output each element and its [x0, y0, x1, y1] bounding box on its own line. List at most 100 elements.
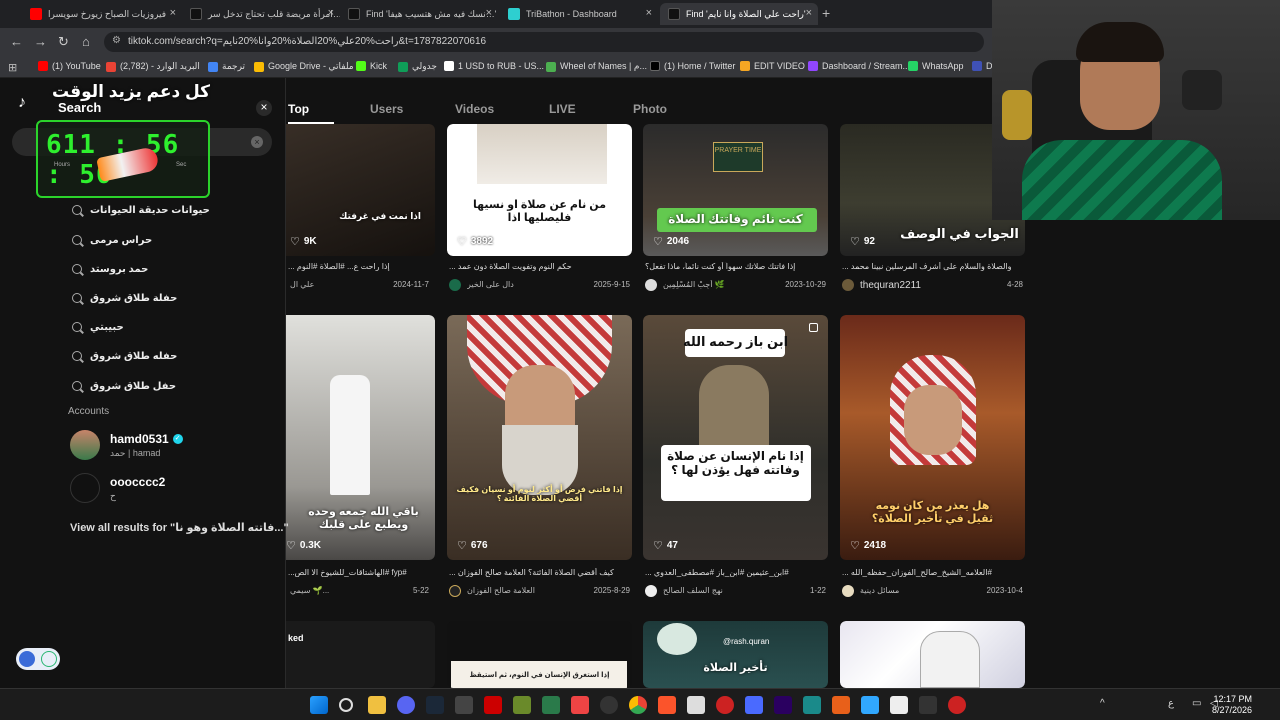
network-icon[interactable]: ▭: [1192, 698, 1201, 709]
site-info-icon[interactable]: ⚙: [112, 35, 121, 46]
extension-toggle[interactable]: [16, 648, 60, 670]
omnibox[interactable]: ⚙ tiktok.com/search?q=راحت%20علي%20الصلا…: [104, 32, 984, 52]
browser-tab[interactable]: TriBathon - Dashboard ×: [500, 3, 658, 25]
author-name[interactable]: العلامة صالح الفوزان: [467, 586, 535, 595]
file-explorer-icon[interactable]: [368, 696, 386, 714]
avatar[interactable]: [842, 279, 854, 291]
video-card[interactable]: إذا فاتني فرض أو أكثر لنوم أو نسيان فكيف…: [447, 315, 632, 560]
tab-videos[interactable]: Videos: [455, 102, 494, 116]
app-icon[interactable]: [832, 696, 850, 714]
search-suggestion[interactable]: حراس مرمى: [72, 230, 152, 250]
back-icon[interactable]: ←: [10, 34, 23, 49]
avatar[interactable]: [70, 430, 100, 460]
chrome-icon[interactable]: [629, 696, 647, 714]
author-name[interactable]: مسائل دينية: [860, 586, 899, 595]
bookmark-item[interactable]: ترجمة: [208, 61, 245, 72]
discord-icon[interactable]: [397, 696, 415, 714]
bookmark-item[interactable]: Dashboard / Stream...: [808, 61, 910, 71]
app-icon[interactable]: [716, 696, 734, 714]
close-search-button[interactable]: ×: [256, 100, 272, 116]
tab-top[interactable]: Top: [288, 102, 309, 116]
video-thumbnail[interactable]: @rash.quran تأخير الصلاة: [643, 621, 828, 688]
bookmark-item[interactable]: Google Drive - ملفاتي: [254, 61, 354, 72]
video-thumbnail[interactable]: إذا فاتني فرض أو أكثر لنوم أو نسيان فكيف…: [447, 315, 632, 560]
bookmark-item[interactable]: WhatsApp: [908, 61, 964, 71]
video-description[interactable]: #fyp #الهاشتاقات_للشيوخ الا الص...: [288, 568, 433, 577]
premiere-icon[interactable]: [774, 696, 792, 714]
bookmark-item[interactable]: Wheel of Names | م...: [546, 61, 647, 72]
video-description[interactable]: إذا راحت ع... #الصلاة #النوم ...: [288, 262, 433, 271]
avatar[interactable]: [645, 585, 657, 597]
app-icon[interactable]: [919, 696, 937, 714]
photoshop-icon[interactable]: [861, 696, 879, 714]
video-description[interactable]: حكم النوم وتفويت الصلاة دون عمد ...: [449, 262, 630, 271]
tab-photo[interactable]: Photo: [633, 102, 667, 116]
steam-icon[interactable]: [426, 696, 444, 714]
video-thumbnail[interactable]: من نام عن صلاة او نسيها فليصليها اذا 389…: [447, 124, 632, 256]
search-suggestion[interactable]: حبيبتي: [72, 317, 124, 337]
tiktok-logo-icon[interactable]: ♪: [18, 94, 26, 112]
app-icon[interactable]: [484, 696, 502, 714]
apps-icon[interactable]: ⊞: [8, 61, 17, 74]
url-text[interactable]: tiktok.com/search?q=راحت%20علي%20الصلاة%…: [128, 36, 486, 47]
search-suggestion[interactable]: حفلة طلاق شروق: [72, 288, 177, 308]
avatar[interactable]: [645, 279, 657, 291]
app-icon[interactable]: [687, 696, 705, 714]
video-description[interactable]: #العلامه_الشيخ_صالح_الفوزان_حفظه_الله ..…: [842, 568, 1023, 577]
clear-search-icon[interactable]: ×: [251, 136, 263, 148]
video-card[interactable]: إذا استغرق الإنسان في النوم، ثم استيقظ: [447, 621, 632, 688]
video-thumbnail[interactable]: هل يعذر من كان نومه ثقيل في تأخير الصلاة…: [840, 315, 1025, 560]
account-result[interactable]: ooocccc2 ح: [70, 473, 165, 503]
browser-tab[interactable]: فيروزيات الصباح زيورخ سويسرا ×: [22, 3, 182, 25]
account-result[interactable]: hamd0531 ✓ حمد | hamad: [70, 430, 183, 460]
tray-chevron-icon[interactable]: ^: [1100, 698, 1105, 709]
author-name[interactable]: أَجِبْ المُسْلِمِين 🌿: [663, 280, 725, 289]
new-tab-button[interactable]: +: [822, 5, 830, 21]
video-card[interactable]: هل يعذر من كان نومه ثقيل في تأخير الصلاة…: [840, 315, 1025, 560]
app-icon[interactable]: [890, 696, 908, 714]
video-description[interactable]: كيف أقضي الصلاة الفائتة؟ العلامة صالح ال…: [449, 568, 630, 577]
obs-icon[interactable]: [600, 696, 618, 714]
author-name[interactable]: نهج السلف الصالح: [663, 586, 723, 595]
close-tab-icon[interactable]: ×: [328, 7, 334, 19]
close-tab-icon[interactable]: ×: [806, 7, 812, 19]
app-icon[interactable]: [455, 696, 473, 714]
author-name[interactable]: علي ال: [290, 280, 314, 289]
app-icon[interactable]: [745, 696, 763, 714]
app-icon[interactable]: [542, 696, 560, 714]
tab-users[interactable]: Users: [370, 102, 403, 116]
video-card[interactable]: [840, 621, 1025, 688]
home-icon[interactable]: ⌂: [82, 34, 90, 49]
bookmark-item[interactable]: D: [972, 61, 993, 71]
app-icon[interactable]: [948, 696, 966, 714]
video-description[interactable]: والصلاة والسلام على أشرف المرسلين نبينا …: [842, 262, 1023, 271]
reload-icon[interactable]: ↻: [58, 34, 69, 50]
video-thumbnail[interactable]: ابن باز رحمه الله إذا نام الإنسان عن صلا…: [643, 315, 828, 560]
bookmark-item[interactable]: (1) Home / Twitter: [650, 61, 735, 71]
video-card[interactable]: من نام عن صلاة او نسيها فليصليها اذا 389…: [447, 124, 632, 256]
bookmark-item[interactable]: (1) YouTube: [38, 61, 101, 71]
search-icon[interactable]: [339, 698, 353, 712]
video-description[interactable]: #ابن_عثيمين #ابن_باز #مصطفى_العدوي ...: [645, 568, 826, 577]
video-card[interactable]: @rash.quran تأخير الصلاة: [643, 621, 828, 688]
browser-tab[interactable]: امرأة مريضة قلب تحتاج تدخل سر… ×: [182, 3, 340, 25]
avatar[interactable]: [449, 279, 461, 291]
app-icon[interactable]: [803, 696, 821, 714]
bookmark-item[interactable]: Kick: [356, 61, 387, 71]
close-tab-icon[interactable]: ×: [646, 7, 652, 19]
view-all-results-link[interactable]: View all results for "فاتته الصلاة وهو ن…: [70, 521, 289, 534]
brave-icon[interactable]: [658, 696, 676, 714]
avatar[interactable]: [842, 585, 854, 597]
search-suggestion[interactable]: حيوانات حديقة الحيوانات: [72, 200, 210, 220]
search-suggestion[interactable]: حفل طلاق شروق: [72, 376, 176, 396]
video-thumbnail[interactable]: إذا استغرق الإنسان في النوم، ثم استيقظ: [447, 621, 632, 688]
language-indicator[interactable]: ع: [1168, 698, 1174, 709]
forward-icon[interactable]: →: [34, 34, 47, 49]
bookmark-item[interactable]: EDIT VIDEO: [740, 61, 805, 71]
tab-live[interactable]: LIVE: [549, 102, 576, 116]
avatar[interactable]: [449, 585, 461, 597]
video-description[interactable]: إذا فاتتك صلاتك سهواً أو كنت نائماً، ماذ…: [645, 262, 826, 271]
author-name[interactable]: دال على الخير: [467, 280, 514, 289]
close-tab-icon[interactable]: ×: [486, 7, 492, 19]
clock[interactable]: 12:17 PM 8/27/2026: [1212, 694, 1252, 716]
